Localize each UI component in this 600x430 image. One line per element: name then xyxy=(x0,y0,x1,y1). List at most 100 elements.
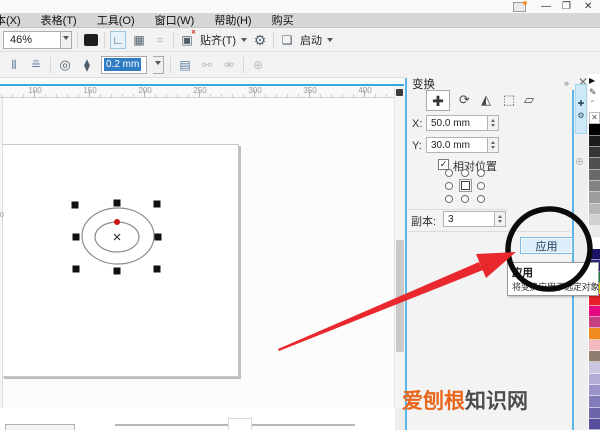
color-swatch[interactable] xyxy=(589,238,600,249)
launch-dropdown-arrow-icon[interactable] xyxy=(327,38,333,45)
link-button[interactable]: ⚯ xyxy=(199,56,215,74)
rotate-icon: ⟳ xyxy=(459,92,470,107)
transform-docker-tab[interactable]: ✚ ⚙ xyxy=(575,84,587,134)
position-plus-icon: ✚ xyxy=(432,94,444,108)
size-icon: ⬚ xyxy=(503,92,515,107)
position-tab-button[interactable]: ✚ xyxy=(426,90,450,111)
notification-badge-icon[interactable] xyxy=(513,2,526,12)
launch-button[interactable]: 启动 xyxy=(300,32,322,48)
distribute-button[interactable]: ⫴ xyxy=(6,56,22,74)
menu-item[interactable]: 购买 xyxy=(262,13,304,28)
anchor-point[interactable] xyxy=(461,169,469,177)
color-swatch[interactable] xyxy=(589,328,600,339)
anchor-point[interactable] xyxy=(477,169,485,177)
anchor-point[interactable] xyxy=(461,195,469,203)
x-spinner[interactable] xyxy=(488,115,499,131)
copies-spinner[interactable] xyxy=(495,211,506,227)
scale-mirror-tab-button[interactable]: ◭ xyxy=(481,93,491,106)
color-swatch[interactable] xyxy=(589,351,600,362)
palette-eyedropper-icon[interactable]: ✎ xyxy=(589,88,597,97)
rotate-tab-button[interactable]: ⟳ xyxy=(459,93,470,106)
zoom-level-field[interactable]: 46% xyxy=(3,31,61,49)
restore-button[interactable]: ❐ xyxy=(562,1,571,12)
snap-dropdown-arrow-icon[interactable] xyxy=(241,38,247,45)
h-ruler[interactable]: 100150200250300350400 xyxy=(0,86,394,98)
color-swatch[interactable] xyxy=(589,396,600,407)
color-swatch[interactable] xyxy=(589,340,600,351)
outline-pen-button[interactable]: ⧫ xyxy=(79,56,95,74)
outline-style-button[interactable]: ◎ xyxy=(57,56,73,74)
color-swatch[interactable] xyxy=(589,306,600,317)
options-button[interactable]: ⚙ xyxy=(252,31,268,49)
color-swatch[interactable] xyxy=(589,385,600,396)
color-swatch[interactable] xyxy=(589,204,600,215)
outline-width-dropdown-arrow-icon[interactable] xyxy=(153,56,164,74)
color-swatch[interactable] xyxy=(589,158,600,169)
color-swatch[interactable] xyxy=(589,408,600,419)
menu-item[interactable]: 文本(X) xyxy=(0,13,31,28)
show-rulers-button[interactable]: ∟ xyxy=(110,31,126,49)
align-button[interactable]: ≞ xyxy=(28,56,44,74)
color-swatch[interactable] xyxy=(589,226,600,237)
menu-item[interactable]: 表格(T) xyxy=(31,13,87,28)
anchor-point[interactable] xyxy=(477,195,485,203)
color-swatch[interactable] xyxy=(589,147,600,158)
snap-off-button[interactable]: ▣ xyxy=(179,31,195,49)
menu-item[interactable]: 窗口(W) xyxy=(145,13,205,28)
skew-tab-button[interactable]: ▱ xyxy=(524,93,534,106)
color-swatch[interactable] xyxy=(589,181,600,192)
color-swatch[interactable] xyxy=(589,362,600,373)
standard-toolbar: 46% ∟ ▦ ⌗ ▣ 贴齐(T) ⚙ ❏ 启动 xyxy=(0,28,600,52)
menu-item[interactable]: 帮助(H) xyxy=(204,13,261,28)
color-swatch[interactable] xyxy=(589,249,600,260)
color-swatch[interactable] xyxy=(589,124,600,135)
add-docker-button[interactable]: ⊕ xyxy=(575,155,584,168)
color-swatch[interactable] xyxy=(589,215,600,226)
x-field[interactable]: 50.0 mm xyxy=(426,115,488,131)
separator xyxy=(50,57,51,73)
unlink-button[interactable]: ⚮ xyxy=(221,56,237,74)
quick-customize-button[interactable]: ⊕ xyxy=(250,56,266,74)
close-button[interactable]: ✕ xyxy=(584,1,592,12)
text-wrap-icon: ▤ xyxy=(179,59,190,71)
docker-collapse-button[interactable]: » xyxy=(564,78,569,88)
zoom-dropdown-arrow-icon[interactable] xyxy=(61,31,72,49)
separator xyxy=(104,32,105,48)
launcher-window-button[interactable]: ❏ xyxy=(279,31,295,49)
apply-button[interactable]: 应用 xyxy=(520,237,573,254)
show-grid-button[interactable]: ▦ xyxy=(131,31,147,49)
y-field[interactable]: 30.0 mm xyxy=(426,137,488,153)
anchor-point-center-selected[interactable] xyxy=(461,181,470,190)
scrollbar-up-button[interactable] xyxy=(396,89,403,96)
zoom-combo[interactable]: 46% xyxy=(3,31,72,49)
menu-item[interactable]: 工具(O) xyxy=(87,13,145,28)
palette-scroll-up-button[interactable]: ⌃ xyxy=(589,100,596,108)
full-screen-preview-button[interactable] xyxy=(83,31,99,49)
color-swatch[interactable] xyxy=(589,374,600,385)
color-swatch[interactable] xyxy=(589,317,600,328)
palette-flyout-icon[interactable]: ▶ xyxy=(589,77,595,85)
snap-to-button[interactable]: 贴齐(T) xyxy=(200,32,236,48)
color-swatch[interactable] xyxy=(589,192,600,203)
anchor-point[interactable] xyxy=(445,182,453,190)
color-swatch[interactable] xyxy=(589,419,600,430)
selected-ellipse-drawing[interactable] xyxy=(70,197,165,277)
anchor-point[interactable] xyxy=(477,182,485,190)
outline-width-field[interactable]: 0.2 mm xyxy=(101,56,147,74)
show-guidelines-button[interactable]: ⌗ xyxy=(152,31,168,49)
no-color-swatch[interactable]: ✕ xyxy=(589,112,600,124)
scrollbar-thumb[interactable] xyxy=(396,240,404,352)
text-wrap-button[interactable]: ▤ xyxy=(177,56,193,74)
minimize-button[interactable]: — xyxy=(541,1,551,12)
curve-node-red[interactable] xyxy=(114,219,120,225)
v-ruler[interactable] xyxy=(0,98,3,408)
y-spinner[interactable] xyxy=(488,137,499,153)
color-swatch[interactable] xyxy=(589,170,600,181)
canvas[interactable] xyxy=(0,98,394,408)
anchor-point[interactable] xyxy=(445,195,453,203)
copies-field[interactable]: 3 xyxy=(443,211,495,227)
gears-tab-icon: ⚙ xyxy=(577,111,584,120)
size-tab-button[interactable]: ⬚ xyxy=(503,93,515,106)
color-swatch[interactable] xyxy=(589,136,600,147)
anchor-point[interactable] xyxy=(445,169,453,177)
